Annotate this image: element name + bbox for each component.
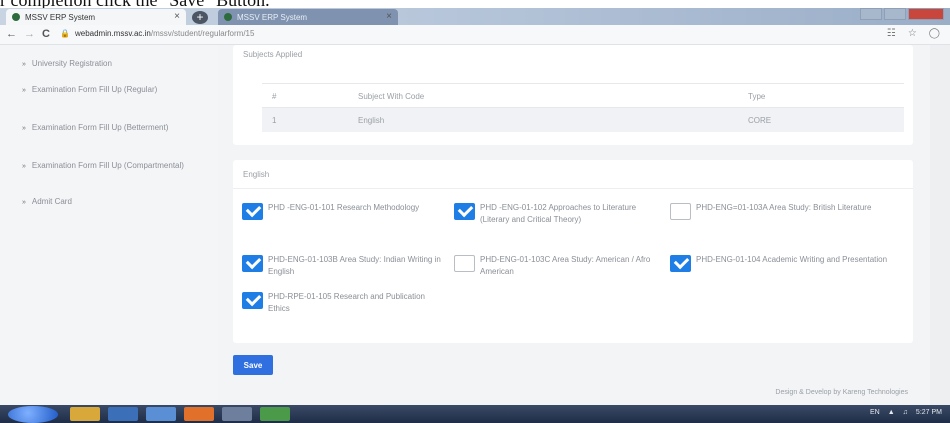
sidebar-item-exam-regular[interactable]: » Examination Form Fill Up (Regular) (22, 84, 212, 97)
translate-icon[interactable]: ☷ (887, 28, 896, 39)
browser-tab-inactive[interactable]: MSSV ERP System × (218, 9, 398, 25)
browser-tab-active[interactable]: MSSV ERP System × (6, 9, 186, 25)
sidebar-item-university-registration[interactable]: » University Registration (22, 58, 212, 71)
app-icon[interactable] (222, 407, 252, 421)
page-scrollbar[interactable] (930, 45, 950, 405)
paper-checkbox-104[interactable]: PHD-ENG-01-104 Academic Writing and Pres… (670, 254, 895, 272)
tab-close-icon[interactable]: × (386, 11, 392, 22)
paper-checkbox-103b[interactable]: PHD-ENG-01-103B Area Study: Indian Writi… (242, 254, 447, 277)
checkbox-checked-icon[interactable] (242, 255, 263, 272)
reload-icon[interactable]: C (42, 28, 50, 40)
save-button[interactable]: Save (233, 355, 273, 375)
paper-label: PHD -ENG-01-102 Approaches to Literature… (480, 203, 637, 224)
paper-label: PHD-ENG-01-103B Area Study: Indian Writi… (268, 255, 441, 276)
table-cell: English (358, 116, 385, 125)
paper-label: PHD -ENG-01-101 Research Methodology (268, 203, 420, 212)
ie-browser-icon[interactable] (146, 407, 176, 421)
start-button[interactable] (8, 406, 58, 423)
sidebar-item-exam-compartmental[interactable]: » Examination Form Fill Up (Compartmental… (22, 160, 212, 173)
clock[interactable]: 5:27 PM (916, 409, 942, 416)
site-favicon-icon (224, 13, 232, 21)
checkbox-checked-icon[interactable] (242, 292, 263, 309)
url-field[interactable]: 🔒 webadmin.mssv.ac.in/mssv/student/regula… (60, 29, 254, 38)
paper-checkbox-103a[interactable]: PHD-ENG=01-103A Area Study: British Lite… (670, 202, 895, 220)
table-cell: 1 (272, 116, 277, 125)
sidebar-item-label: Examination Form Fill Up (Betterment) (31, 123, 169, 132)
back-icon[interactable]: ← (6, 28, 17, 40)
os-taskbar: EN ▲ ♫ 5:27 PM (0, 405, 950, 423)
url-path: /mssv/student/regularform/15 (150, 29, 255, 38)
tab-close-icon[interactable]: × (174, 11, 180, 22)
card-divider (233, 188, 913, 189)
sidebar-item-admit-card[interactable]: » Admit Card (22, 196, 212, 209)
paper-label: PHD-ENG-01-104 Academic Writing and Pres… (696, 255, 888, 264)
window-controls (860, 8, 944, 20)
chevron-right-icon: » (22, 87, 26, 94)
sidebar-item-exam-betterment[interactable]: » Examination Form Fill Up (Betterment) (22, 122, 212, 135)
address-bar: ← → C 🔒 webadmin.mssv.ac.in/mssv/student/… (0, 25, 950, 45)
firefox-icon[interactable] (184, 407, 214, 421)
sidebar-item-label: Examination Form Fill Up (Compartmental) (31, 161, 184, 170)
chevron-right-icon: » (22, 199, 26, 206)
chevron-right-icon: » (22, 125, 26, 132)
card-title: Subjects Applied (243, 50, 303, 59)
browser-tab-bar: MSSV ERP System × + MSSV ERP System × (0, 8, 950, 25)
english-papers-card: English PHD -ENG-01-101 Research Methodo… (233, 160, 913, 343)
media-app-icon[interactable] (108, 407, 138, 421)
system-tray: EN ▲ ♫ 5:27 PM (870, 409, 942, 416)
chrome-icon[interactable] (260, 407, 290, 421)
star-icon[interactable]: ☆ (908, 28, 917, 39)
main-content: Subjects Applied # Subject With Code Typ… (218, 45, 930, 405)
instruction-text: r completion click the "Save" Button. (0, 0, 270, 8)
volume-icon[interactable]: ♫ (903, 409, 908, 416)
address-bar-icons: ☷ ☆ ◯ (887, 28, 940, 39)
paper-checkbox-105[interactable]: PHD-RPE-01-105 Research and Publication … (242, 291, 447, 314)
paper-checkbox-103c[interactable]: PHD-ENG-01-103C Area Study: American / A… (454, 254, 659, 277)
footer-credit: Design & Develop by Kareng Technologies (775, 389, 908, 396)
paper-checkbox-102[interactable]: PHD -ENG-01-102 Approaches to Literature… (454, 202, 659, 225)
checkbox-checked-icon[interactable] (454, 203, 475, 220)
checkbox-unchecked-icon[interactable] (670, 203, 691, 220)
instruction-caption: r completion click the "Save" Button. (0, 0, 950, 8)
new-tab-button[interactable]: + (192, 11, 208, 24)
checkbox-checked-icon[interactable] (670, 255, 691, 272)
file-explorer-icon[interactable] (70, 407, 100, 421)
paper-checkbox-101[interactable]: PHD -ENG-01-101 Research Methodology (242, 202, 447, 220)
checkbox-unchecked-icon[interactable] (454, 255, 475, 272)
subjects-applied-card: Subjects Applied # Subject With Code Typ… (233, 45, 913, 145)
sidebar: » University Registration » Examination Fo… (0, 45, 218, 405)
tab-title: MSSV ERP System (237, 12, 308, 22)
paper-label: PHD-RPE-01-105 Research and Publication … (268, 292, 425, 313)
forward-icon[interactable]: → (24, 28, 35, 40)
table-row: 1 English CORE (262, 108, 904, 132)
sidebar-item-label: Examination Form Fill Up (Regular) (31, 85, 158, 94)
sidebar-item-label: University Registration (31, 59, 112, 68)
language-indicator[interactable]: EN (870, 409, 880, 416)
site-favicon-icon (12, 13, 20, 21)
column-header: Subject With Code (358, 92, 425, 101)
window-close-button[interactable] (908, 8, 944, 20)
column-header: # (272, 92, 277, 101)
paper-label: PHD-ENG=01-103A Area Study: British Lite… (696, 203, 872, 212)
lock-icon: 🔒 (60, 29, 70, 38)
paper-label: PHD-ENG-01-103C Area Study: American / A… (480, 255, 651, 276)
tab-title: MSSV ERP System (25, 12, 96, 22)
chevron-right-icon: » (22, 163, 26, 170)
maximize-button[interactable] (884, 8, 906, 20)
minimize-button[interactable] (860, 8, 882, 20)
column-header: Type (748, 92, 766, 101)
card-title: English (243, 170, 270, 179)
checkbox-checked-icon[interactable] (242, 203, 263, 220)
chevron-right-icon: » (22, 61, 26, 68)
table-cell: CORE (748, 116, 772, 125)
network-icon[interactable]: ▲ (888, 409, 895, 416)
sidebar-item-label: Admit Card (31, 197, 72, 206)
table-header: # Subject With Code Type (262, 83, 904, 108)
extension-icon[interactable]: ◯ (929, 28, 940, 39)
url-host: webadmin.mssv.ac.in (74, 29, 151, 38)
